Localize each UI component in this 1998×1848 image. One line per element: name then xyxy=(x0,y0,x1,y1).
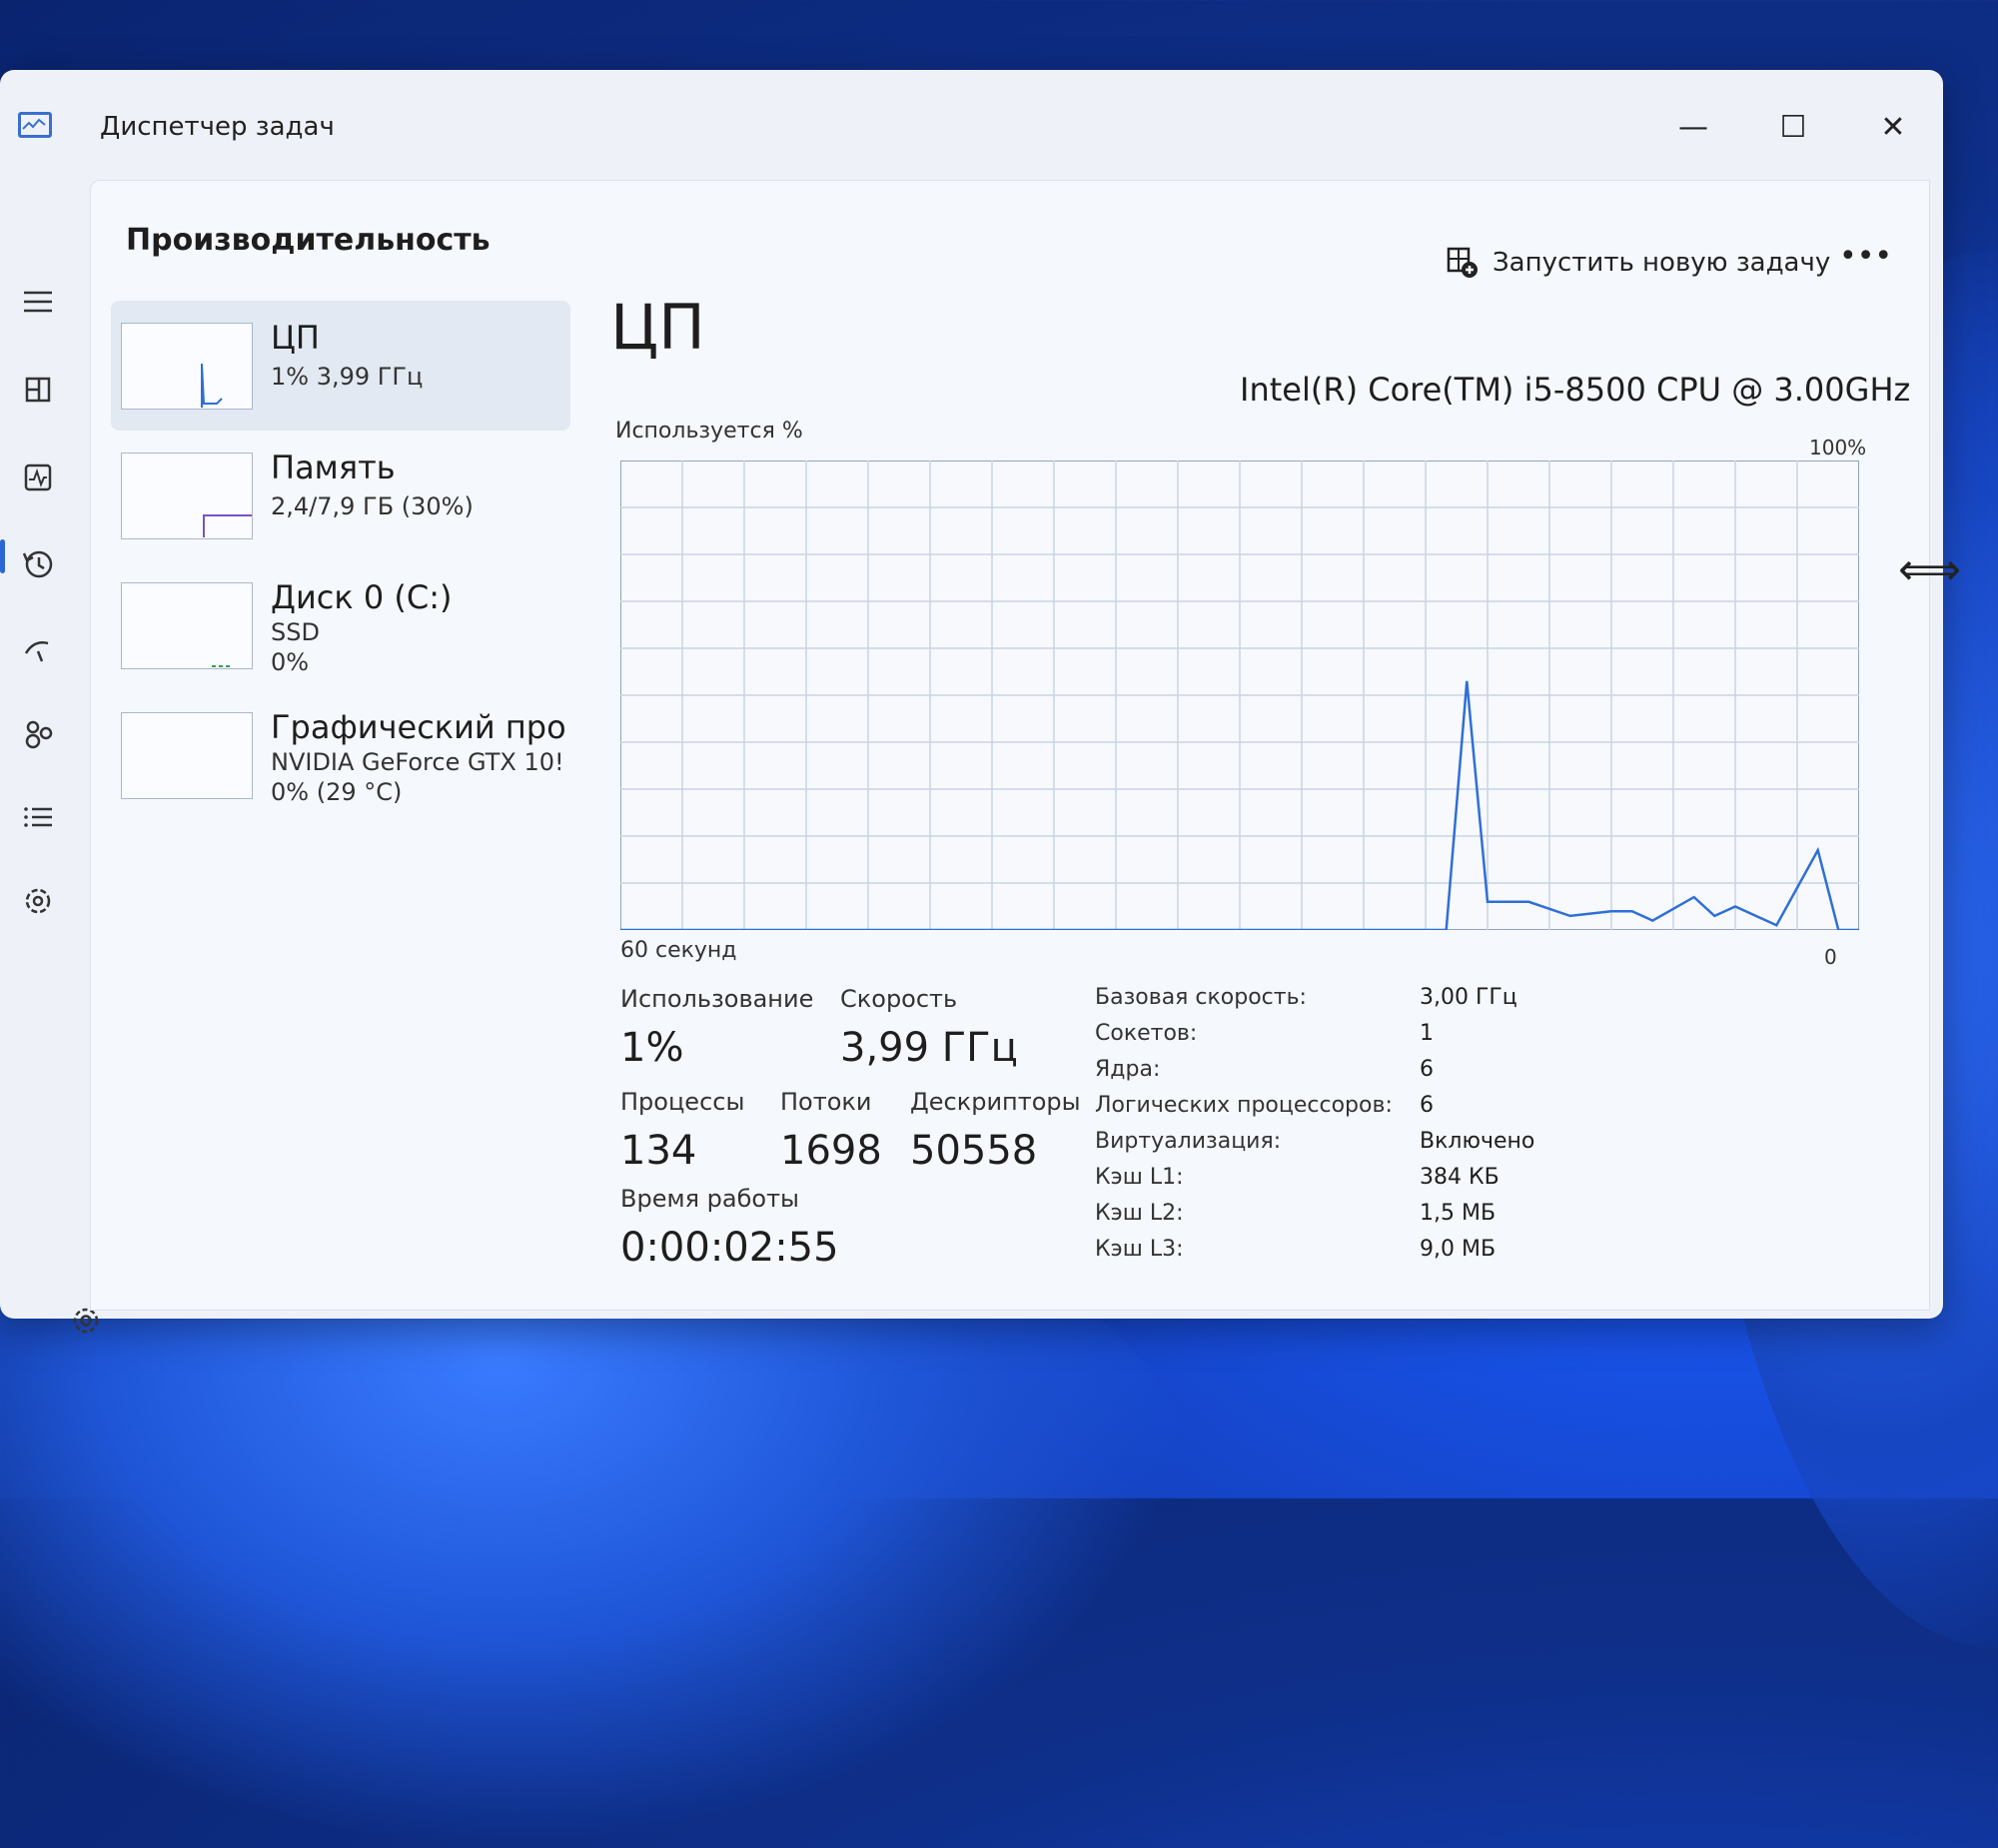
spec-key: Кэш L2: xyxy=(1095,1201,1184,1226)
task-manager-app-icon xyxy=(18,112,52,138)
spec-value: Включено xyxy=(1420,1129,1535,1154)
graph-x-label: 60 секунд xyxy=(620,938,737,963)
resource-type: SSD xyxy=(271,618,320,646)
cpu-specs: Базовая скорость: 3,00 ГГц Сокетов: 1 Ядра… xyxy=(1095,985,1694,1273)
spec-key: Кэш L1: xyxy=(1095,1165,1184,1190)
resource-model: NVIDIA GeForce GTX 10! xyxy=(271,748,564,776)
graph-y-label: Используется % xyxy=(615,419,803,444)
processes-value: 134 xyxy=(620,1128,697,1174)
resource-name: Графический про xyxy=(271,708,566,746)
graph-min-label: 0 xyxy=(1824,945,1837,969)
details-icon[interactable] xyxy=(18,797,58,837)
spec-row-l1-cache: Кэш L1: 384 КБ xyxy=(1095,1165,1694,1201)
processes-icon[interactable] xyxy=(18,370,58,410)
page-title: Производительность xyxy=(126,223,491,258)
cpu-thumbnail-graph xyxy=(121,323,253,410)
spec-row-sockets: Сокетов: 1 xyxy=(1095,1021,1694,1057)
resource-item-cpu[interactable]: ЦП 1% 3,99 ГГц xyxy=(111,301,570,431)
run-new-task-label: Запустить новую задачу xyxy=(1493,248,1831,278)
cpu-usage-graph xyxy=(620,461,1859,930)
performance-page: Производительность Запустить новую задач… xyxy=(90,180,1930,1311)
close-button[interactable]: ✕ xyxy=(1858,100,1928,156)
handles-label: Дескрипторы xyxy=(910,1088,1081,1116)
resource-item-memory[interactable]: Память 2,4/7,9 ГБ (30%) xyxy=(111,431,570,560)
usage-value: 1% xyxy=(620,1025,684,1071)
resource-summary: 0% (29 °C) xyxy=(271,778,403,806)
uptime-stat: Время работы 0:00:02:55 xyxy=(620,1185,839,1271)
spec-row-l3-cache: Кэш L3: 9,0 МБ xyxy=(1095,1237,1694,1273)
resource-summary: 2,4/7,9 ГБ (30%) xyxy=(271,492,474,520)
uptime-label: Время работы xyxy=(620,1185,799,1213)
usage-stat: Использование 1% xyxy=(620,985,813,1071)
disk-thumbnail-graph xyxy=(121,582,253,669)
main-title: ЦП xyxy=(610,291,705,364)
resource-list: ЦП 1% 3,99 ГГц Память 2,4/7,9 ГБ (30%) Д… xyxy=(111,301,570,820)
uptime-value: 0:00:02:55 xyxy=(620,1225,839,1271)
spec-value: 384 КБ xyxy=(1420,1165,1499,1190)
spec-value: 6 xyxy=(1420,1057,1434,1082)
spec-key: Кэш L3: xyxy=(1095,1237,1184,1262)
resource-name: Память xyxy=(271,449,396,486)
maximize-button[interactable]: ☐ xyxy=(1758,100,1828,156)
cpu-model-name: Intel(R) Core(TM) i5-8500 CPU @ 3.00GHz xyxy=(1240,371,1911,409)
resource-item-gpu[interactable]: Графический про NVIDIA GeForce GTX 10! 0… xyxy=(111,690,570,820)
resize-cursor-icon: ⟺ xyxy=(1898,544,1962,595)
services-icon[interactable] xyxy=(18,881,58,921)
threads-stat: Потоки 1698 xyxy=(780,1088,882,1174)
hamburger-menu-icon[interactable] xyxy=(18,282,58,322)
spec-row-logical-processors: Логических процессоров: 6 xyxy=(1095,1093,1694,1129)
spec-row-l2-cache: Кэш L2: 1,5 МБ xyxy=(1095,1201,1694,1237)
speed-label: Скорость xyxy=(840,985,958,1013)
processes-label: Процессы xyxy=(620,1088,745,1116)
resource-item-disk[interactable]: Диск 0 (C:) SSD 0% xyxy=(111,560,570,690)
task-manager-window: Диспетчер задач — ☐ ✕ Производительность… xyxy=(0,70,1943,1334)
spec-value: 3,00 ГГц xyxy=(1420,985,1517,1010)
startup-apps-icon[interactable] xyxy=(18,629,58,669)
app-history-icon[interactable] xyxy=(18,543,58,583)
spec-key: Ядра: xyxy=(1095,1057,1161,1082)
users-icon[interactable] xyxy=(18,713,58,753)
navigation-rail xyxy=(0,220,99,1334)
graph-max-label: 100% xyxy=(1809,436,1867,460)
resource-summary: 0% xyxy=(271,648,310,676)
new-task-icon xyxy=(1447,247,1478,278)
run-new-task-button[interactable]: Запустить новую задачу xyxy=(1445,241,1830,285)
spec-row-base-speed: Базовая скорость: 3,00 ГГц xyxy=(1095,985,1694,1021)
spec-key: Виртуализация: xyxy=(1095,1129,1282,1154)
speed-value: 3,99 ГГц xyxy=(840,1025,1018,1071)
usage-label: Использование xyxy=(620,985,814,1013)
spec-value: 1,5 МБ xyxy=(1420,1201,1497,1226)
spec-key: Сокетов: xyxy=(1095,1021,1198,1046)
threads-value: 1698 xyxy=(780,1128,882,1174)
window-title: Диспетчер задач xyxy=(100,112,335,142)
speed-stat: Скорость 3,99 ГГц xyxy=(840,985,1018,1071)
nav-active-indicator xyxy=(0,539,5,573)
spec-row-virtualization: Виртуализация: Включено xyxy=(1095,1129,1694,1165)
gpu-thumbnail-graph xyxy=(121,712,253,799)
spec-key: Логических процессоров: xyxy=(1095,1093,1393,1118)
spec-row-cores: Ядра: 6 xyxy=(1095,1057,1694,1093)
more-options-button[interactable]: ••• xyxy=(1839,239,1892,279)
minimize-button[interactable]: — xyxy=(1658,100,1728,156)
processes-stat: Процессы 134 xyxy=(620,1088,744,1174)
resource-name: Диск 0 (C:) xyxy=(271,578,453,616)
title-bar[interactable]: Диспетчер задач — ☐ ✕ xyxy=(0,70,1943,180)
spec-value: 6 xyxy=(1420,1093,1434,1118)
resource-name: ЦП xyxy=(271,319,320,357)
handles-stat: Дескрипторы 50558 xyxy=(910,1088,1081,1174)
performance-icon[interactable] xyxy=(18,458,58,497)
memory-thumbnail-graph xyxy=(121,453,253,539)
resource-summary: 1% 3,99 ГГц xyxy=(271,363,424,391)
spec-value: 1 xyxy=(1420,1021,1434,1046)
handles-value: 50558 xyxy=(910,1128,1038,1174)
spec-key: Базовая скорость: xyxy=(1095,985,1307,1010)
spec-value: 9,0 МБ xyxy=(1420,1237,1497,1262)
threads-label: Потоки xyxy=(780,1088,872,1116)
